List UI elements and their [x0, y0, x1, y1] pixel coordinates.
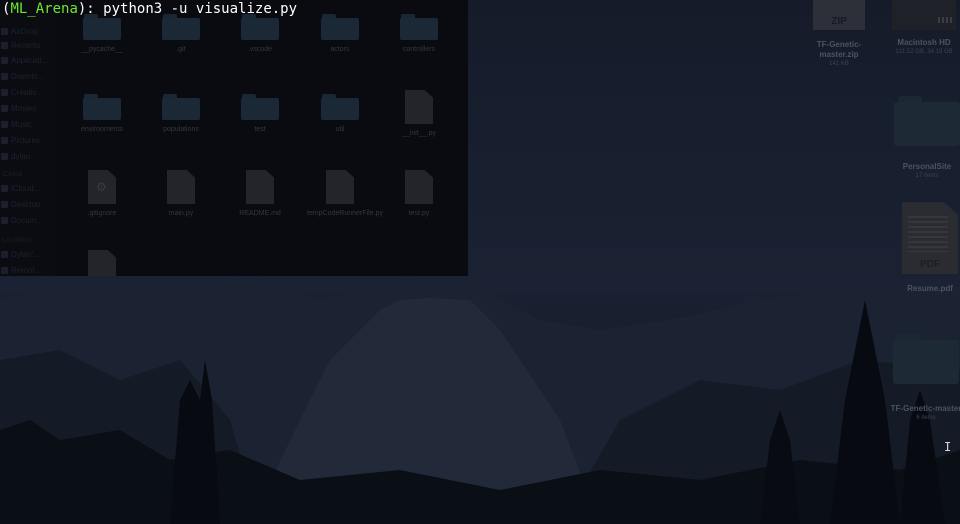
- desktop-hd-capacity: 121.52 GB, 34.19 GB: [895, 49, 953, 55]
- sidebar-item-movies[interactable]: Movies: [0, 101, 36, 115]
- sidebar-item-applications[interactable]: Applicati...: [0, 53, 48, 67]
- sidebar-item-icloud-drive[interactable]: iCloud...: [0, 181, 40, 195]
- desktop-icon: [1, 200, 8, 208]
- file-item[interactable]: test.py: [381, 170, 457, 232]
- desktop-hd-label: Macintosh HD: [897, 38, 951, 47]
- folder-icon: [162, 94, 200, 120]
- sidebar-item-creative[interactable]: Creativ...: [0, 85, 42, 99]
- desktop-folder-count: 17 items: [915, 173, 939, 179]
- python-file-icon: [326, 170, 354, 204]
- folder-icon: [400, 14, 438, 40]
- cloud-icon: [1, 184, 8, 192]
- terminal-command: python3 -u visualize.py: [103, 1, 298, 17]
- markdown-file-icon: [246, 170, 274, 204]
- sidebar-item-pictures[interactable]: Pictures: [0, 133, 40, 147]
- file-item[interactable]: environments: [64, 90, 140, 152]
- sidebar-item-music[interactable]: Music: [0, 117, 32, 131]
- folder-icon: [893, 334, 959, 384]
- terminal-command-line[interactable]: (ML_Arena): python3 -u visualize.py: [2, 0, 297, 19]
- file-item[interactable]: test: [222, 90, 298, 152]
- desktop-pdf-file[interactable]: PDF Resume.pdf: [900, 202, 960, 294]
- file-item[interactable]: .gitignore: [64, 170, 140, 232]
- desktop-pdf-label: Resume.pdf: [907, 284, 953, 293]
- zip-file-icon: ZIP: [813, 0, 865, 30]
- desktop-zip-size: 141 KB: [829, 61, 849, 67]
- gear-file-icon: [88, 170, 116, 204]
- file-icon: [88, 250, 116, 276]
- folder-icon: [83, 94, 121, 120]
- file-item[interactable]: __init__.py: [381, 90, 457, 152]
- folder-icon: [321, 14, 359, 40]
- file-item[interactable]: __pycache__: [64, 10, 140, 72]
- hard-drive-icon: [892, 0, 956, 30]
- sidebar-item-airdrop[interactable]: AirDrop: [0, 24, 38, 38]
- python-file-icon: [405, 170, 433, 204]
- desktop-zip-file[interactable]: ZIP TF-Genetic-master.zip 141 KB: [806, 0, 872, 68]
- conda-env-name: ML_Arena: [10, 1, 78, 17]
- desktop-folder-label: PersonalSite: [902, 162, 952, 171]
- file-item[interactable]: controllers: [381, 10, 457, 72]
- sidebar-heading-icloud: iCloud: [2, 170, 22, 178]
- sidebar-item-recents[interactable]: Recents: [0, 38, 40, 52]
- home-icon: [1, 152, 8, 160]
- disc-icon: [1, 266, 8, 274]
- desktop-folder-personalsite[interactable]: PersonalSite 17 items: [894, 96, 960, 180]
- file-item[interactable]: util: [302, 90, 378, 152]
- desktop-hard-drive[interactable]: Macintosh HD 121.52 GB, 34.19 GB: [888, 0, 960, 56]
- sidebar-item-home[interactable]: dylan: [0, 149, 30, 163]
- sidebar-item-remote-disc[interactable]: Remot...: [0, 263, 41, 276]
- folder-icon: [1, 88, 8, 96]
- folder-icon: [321, 94, 359, 120]
- document-icon: [1, 216, 8, 224]
- clock-icon: [1, 41, 8, 49]
- finder-sidebar: AirDrop Recents Applicati... Downlo... C…: [0, 0, 56, 276]
- desktop-folder2-label: TF-Genetic-master: [890, 404, 960, 413]
- download-icon: [1, 72, 8, 80]
- finder-window: AirDrop Recents Applicati... Downlo... C…: [0, 0, 468, 276]
- file-item[interactable]: actors: [302, 10, 378, 72]
- camera-icon: [1, 136, 8, 144]
- film-icon: [1, 104, 8, 112]
- applications-icon: [1, 56, 8, 64]
- file-item[interactable]: [64, 250, 140, 276]
- laptop-icon: [1, 250, 8, 258]
- file-item[interactable]: main.py: [143, 170, 219, 232]
- desktop-folder2-count: 6 items: [916, 415, 936, 421]
- sidebar-item-documents[interactable]: Docum...: [0, 213, 43, 227]
- airdrop-icon: [1, 27, 8, 35]
- file-item[interactable]: tempCodeRunnerFile.py: [302, 170, 383, 232]
- sidebar-item-computer[interactable]: Dylan'...: [0, 247, 40, 261]
- sidebar-item-desktop[interactable]: Desktop: [0, 197, 40, 211]
- folder-icon: [241, 94, 279, 120]
- file-item[interactable]: populations: [143, 90, 219, 152]
- sidebar-item-downloads[interactable]: Downlo...: [0, 69, 44, 83]
- sidebar-heading-locations: Locations: [2, 236, 32, 244]
- folder-icon: [894, 96, 960, 146]
- file-item[interactable]: .git: [143, 10, 219, 72]
- desktop-folder-tf-genetic[interactable]: TF-Genetic-master 6 items: [890, 334, 960, 422]
- python-file-icon: [167, 170, 195, 204]
- file-item[interactable]: README.md: [222, 170, 298, 232]
- python-file-icon: [405, 90, 433, 124]
- file-item[interactable]: .vscode: [222, 10, 298, 72]
- ibeam-cursor-icon: I: [944, 440, 952, 454]
- music-icon: [1, 120, 8, 128]
- pdf-file-icon: PDF: [902, 202, 958, 274]
- prompt-close: ):: [77, 1, 104, 17]
- desktop-zip-label: TF-Genetic-master.zip: [816, 40, 862, 59]
